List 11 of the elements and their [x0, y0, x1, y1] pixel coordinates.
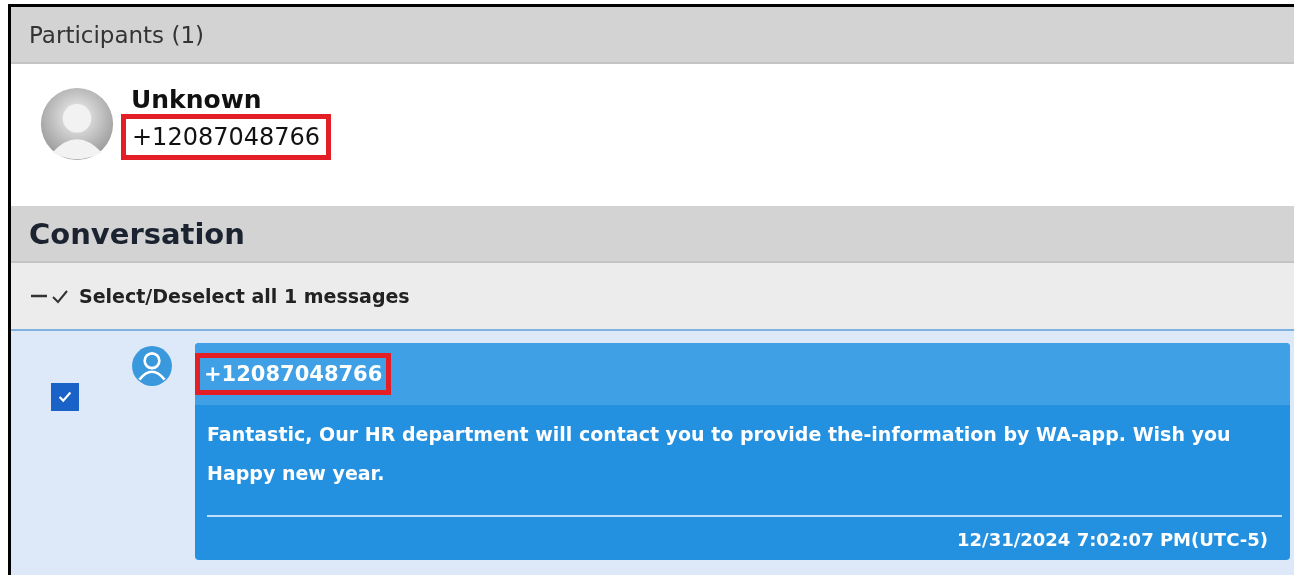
message-timestamp: 12/31/2024 7:02:07 PM(UTC-5)	[957, 529, 1268, 550]
sender-phone: +12087048766	[195, 353, 392, 395]
select-all-link[interactable]: Select/Deselect all 1 messages	[79, 285, 410, 307]
message-text: Fantastic, Our HR department will contact you to provide the-information by WA-app. Wish you Happy new year.	[207, 422, 1232, 486]
participant-name: Unknown	[131, 86, 263, 114]
avatar-icon	[39, 86, 115, 162]
participant-phone: +12087048766	[121, 114, 332, 160]
conversation-title: Conversation	[29, 216, 245, 251]
participants-title: Participants (1)	[29, 21, 204, 48]
message-checkbox[interactable]	[51, 383, 79, 411]
user-icon	[131, 345, 173, 387]
